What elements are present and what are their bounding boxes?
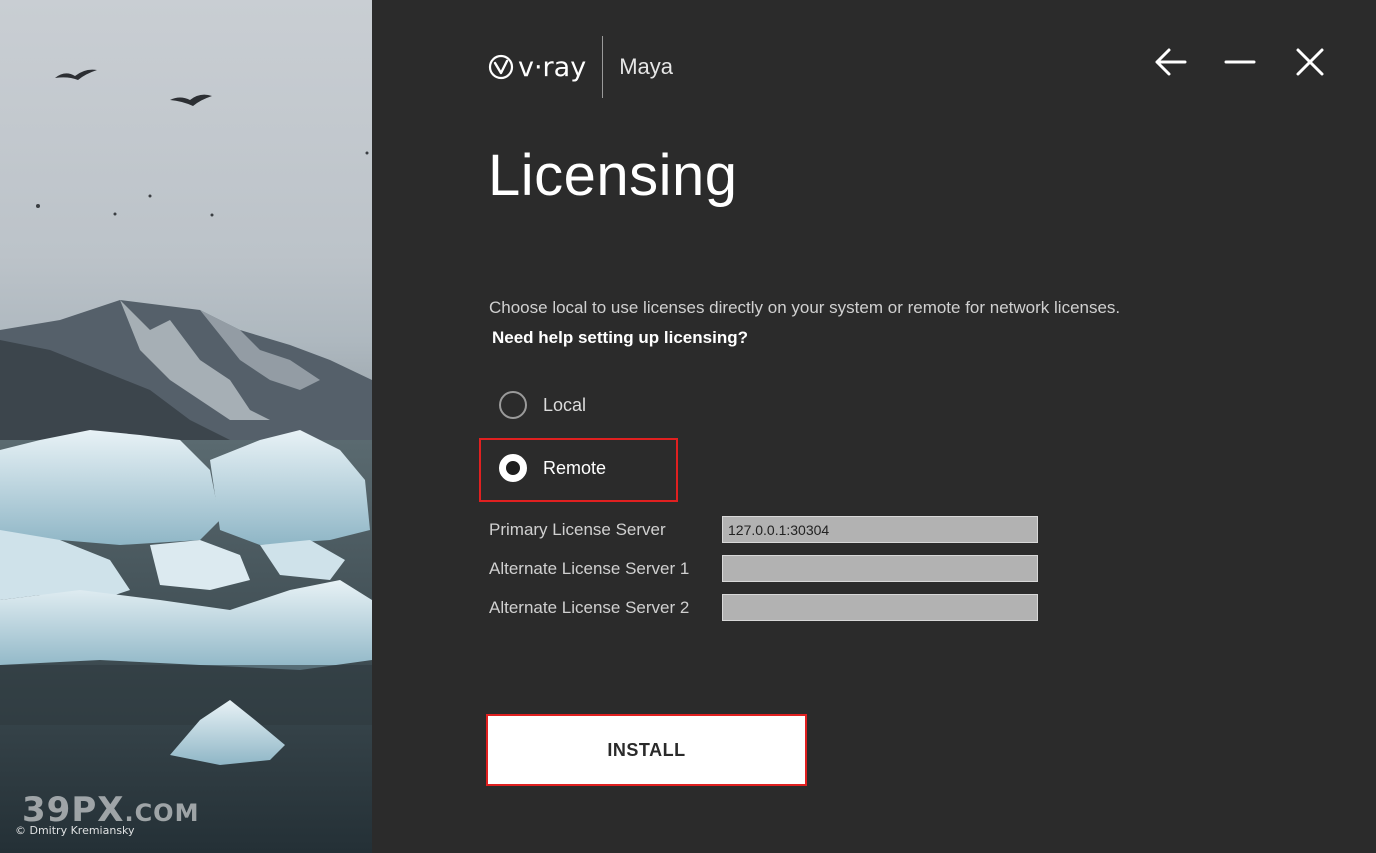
alt-server-1-label: Alternate License Server 1: [489, 559, 690, 578]
window-controls: [1152, 44, 1328, 80]
page-title: Licensing: [488, 143, 738, 208]
radio-local-label: Local: [543, 394, 587, 415]
arrow-left-icon: [1155, 48, 1187, 76]
install-button-highlight: INSTALL: [486, 714, 807, 786]
alt-server-2-input[interactable]: [722, 594, 1038, 621]
close-icon: [1296, 48, 1324, 76]
product-name: Maya: [619, 54, 673, 79]
brand-header: v·ray Maya: [488, 36, 673, 98]
install-button[interactable]: INSTALL: [488, 716, 805, 784]
close-button[interactable]: [1292, 44, 1328, 80]
brand-divider: [602, 36, 604, 98]
alt-server-1-input[interactable]: [722, 555, 1038, 582]
alt-server-2-label: Alternate License Server 2: [489, 598, 690, 617]
primary-server-label: Primary License Server: [489, 520, 666, 539]
radio-remote-circle[interactable]: [499, 454, 527, 482]
vray-logo-icon: [488, 54, 514, 80]
radio-remote-label: Remote: [543, 457, 607, 478]
logo-text: v·ray: [518, 51, 587, 83]
back-button[interactable]: [1152, 44, 1188, 80]
page-description: Choose local to use licenses directly on…: [489, 298, 1121, 317]
watermark-suffix: .COM: [124, 799, 200, 827]
installer-window: 39PX.COM © Dmitry Kremiansky v·ray Maya: [0, 0, 1376, 853]
radio-remote[interactable]: Remote: [499, 454, 606, 482]
primary-server-input[interactable]: [722, 516, 1038, 543]
photo-credit: © Dmitry Kremiansky: [15, 824, 135, 837]
vray-logo: v·ray: [488, 52, 586, 83]
minimize-icon: [1224, 60, 1256, 64]
help-link[interactable]: Need help setting up licensing?: [492, 328, 748, 348]
glacier-illustration: [0, 69, 372, 853]
radio-local-circle[interactable]: [499, 391, 527, 419]
radio-local[interactable]: Local: [499, 391, 586, 419]
side-photo: 39PX.COM © Dmitry Kremiansky: [0, 0, 372, 853]
minimize-button[interactable]: [1222, 44, 1258, 80]
